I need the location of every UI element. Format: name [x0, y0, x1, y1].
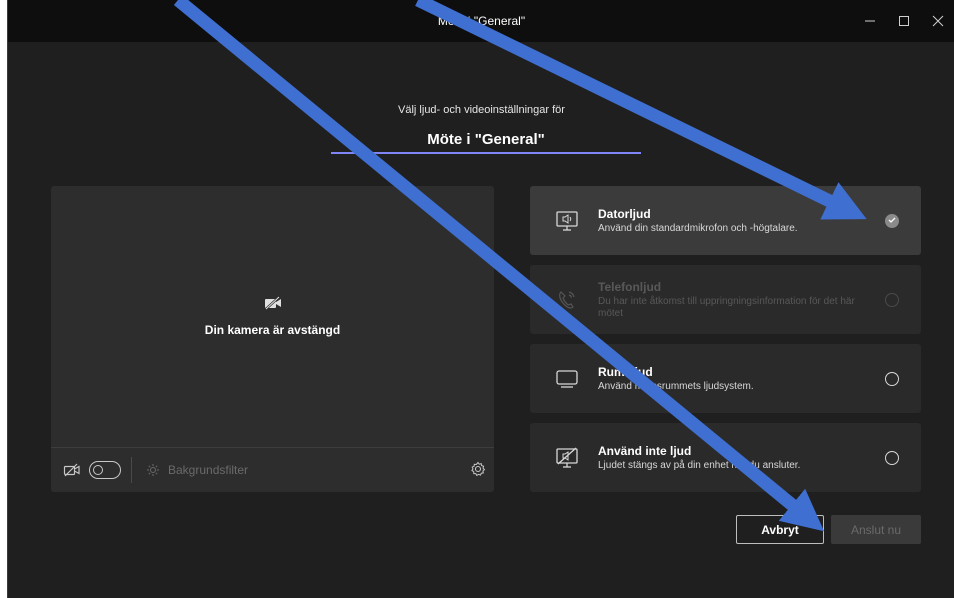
toolbar-divider	[131, 457, 132, 483]
audio-option-desc: Använd mötesrummets ljudsystem.	[598, 380, 754, 392]
audio-option-title: Använd inte ljud	[598, 443, 692, 458]
maximize-icon	[899, 16, 909, 26]
audio-option-phone: Telefonljud Du har inte åtkomst till upp…	[530, 265, 921, 334]
room-audio-icon	[554, 366, 580, 392]
title-bar: Möte i "General"	[8, 0, 954, 42]
computer-audio-icon	[554, 208, 580, 234]
audio-option-room[interactable]: Rumsljud Använd mötesrummets ljudsystem.	[530, 344, 921, 413]
join-now-button[interactable]: Anslut nu	[831, 515, 921, 544]
audio-option-desc: Du har inte åtkomst till uppringningsinf…	[598, 295, 855, 319]
audio-option-desc: Använd din standardmikrofon och -högtala…	[598, 222, 798, 234]
window-controls	[853, 0, 954, 42]
radio-unselected[interactable]	[885, 371, 899, 386]
audio-option-computer[interactable]: Datorljud Använd din standardmikrofon oc…	[530, 186, 921, 255]
close-button[interactable]	[921, 0, 954, 42]
maximize-button[interactable]	[887, 0, 921, 42]
radio-disabled	[885, 292, 899, 307]
audio-option-title: Telefonljud	[598, 279, 662, 294]
phone-audio-icon	[554, 287, 580, 313]
minimize-button[interactable]	[853, 0, 887, 42]
camera-off-message: Din kamera är avstängd	[51, 296, 494, 337]
gear-icon[interactable]	[470, 461, 486, 477]
camera-off-icon	[264, 296, 281, 310]
meeting-name-field[interactable]: Möte i "General"	[331, 128, 641, 154]
preview-toolbar: Bakgrundsfilter	[51, 447, 494, 492]
radio-unselected[interactable]	[885, 450, 899, 465]
close-icon	[932, 15, 944, 27]
checkmark-icon	[888, 217, 895, 223]
audio-option-desc: Ljudet stängs av på din enhet när du ans…	[598, 459, 801, 471]
prompt-text: Välj ljud- och videoinställningar för	[398, 104, 565, 116]
audio-option-none[interactable]: Använd inte ljud Ljudet stängs av på din…	[530, 423, 921, 492]
radio-selected[interactable]	[885, 213, 899, 228]
teams-prejoin-window: Möte i "General" Välj ljud- och videoins…	[7, 0, 954, 598]
window-title: Möte i "General"	[437, 14, 526, 28]
video-off-icon[interactable]	[63, 463, 81, 477]
background-filter-icon	[147, 464, 159, 476]
background-filter-button[interactable]: Bakgrundsfilter	[146, 463, 248, 477]
no-audio-icon	[554, 445, 580, 471]
camera-off-text: Din kamera är avstängd	[204, 323, 341, 337]
audio-option-title: Datorljud	[598, 206, 651, 221]
camera-toggle[interactable]	[89, 461, 121, 479]
minimize-icon	[865, 20, 875, 22]
cancel-button[interactable]: Avbryt	[736, 515, 824, 544]
audio-option-title: Rumsljud	[598, 364, 653, 379]
video-preview: Din kamera är avstängd Bakgrundsfilter	[51, 186, 494, 492]
background-filter-label: Bakgrundsfilter	[168, 463, 249, 477]
